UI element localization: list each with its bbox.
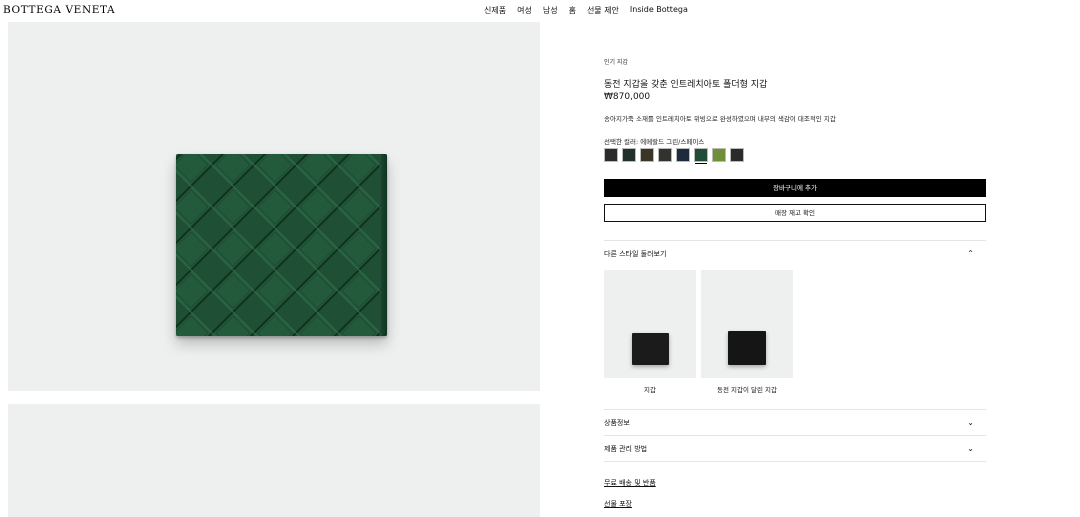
product-details-toggle[interactable]: 상품정보 ⌄ [604, 418, 986, 428]
chevron-up-icon: ⌃ [967, 249, 974, 258]
care-instructions-toggle[interactable]: 제품 관리 방법 ⌄ [604, 444, 986, 454]
style-card-image [701, 270, 793, 378]
nav-women[interactable]: 여성 [517, 5, 532, 16]
product-image-main[interactable] [8, 22, 540, 391]
color-swatch[interactable] [694, 148, 708, 164]
nav-men[interactable]: 남성 [543, 5, 558, 16]
style-card-coin-wallet[interactable]: 동전 지갑이 달린 지갑 [701, 270, 793, 394]
wallet-edge [381, 154, 387, 336]
selected-color-label: 선택한 컬러: 에메랄드 그린/스페이스 [604, 138, 705, 146]
color-swatch[interactable] [676, 148, 690, 162]
color-swatch[interactable] [604, 148, 618, 162]
other-styles-toggle[interactable]: 다른 스타일 둘러보기 ⌃ [604, 249, 986, 259]
style-card-label: 지갑 [644, 386, 656, 394]
color-swatch[interactable] [640, 148, 654, 162]
product-description: 송아지가죽 소재를 인트레치아토 위빙으로 완성하였으며 내부의 색감이 대조적… [604, 115, 836, 123]
style-card-image [604, 270, 696, 378]
free-shipping-link[interactable]: 무료 배송 및 반품 [604, 478, 656, 488]
gift-wrap-link[interactable]: 선물 포장 [604, 499, 632, 509]
chevron-down-icon: ⌄ [967, 418, 974, 427]
wallet-image [176, 154, 387, 336]
color-swatch[interactable] [712, 148, 726, 162]
divider [604, 435, 986, 436]
brand-logo[interactable]: BOTTEGA VENETA [3, 4, 115, 16]
product-details-label: 상품정보 [604, 419, 630, 427]
color-swatch[interactable] [622, 148, 636, 162]
breadcrumb[interactable]: 인기 지갑 [604, 57, 628, 66]
nav-inside-bottega[interactable]: Inside Bottega [630, 5, 688, 16]
wallet-thumbnail [728, 331, 766, 365]
product-price: ₩870,000 [604, 92, 651, 102]
other-styles-list: 지갑 동전 지갑이 달린 지갑 [604, 270, 793, 394]
divider [604, 409, 986, 410]
divider [604, 240, 986, 241]
color-swatch[interactable] [730, 148, 744, 162]
other-styles-heading: 다른 스타일 둘러보기 [604, 250, 667, 258]
color-swatches [604, 148, 744, 164]
style-card-label: 동전 지갑이 달린 지갑 [716, 386, 778, 394]
main-nav: 신제품 여성 남성 홈 선물 제안 Inside Bottega [484, 5, 688, 16]
nav-gifts[interactable]: 선물 제안 [587, 5, 619, 16]
nav-new[interactable]: 신제품 [484, 5, 506, 16]
site-header: BOTTEGA VENETA 신제품 여성 남성 홈 선물 제안 Inside … [0, 0, 1080, 20]
check-store-stock-button[interactable]: 매장 재고 확인 [604, 204, 986, 222]
wallet-thumbnail [632, 333, 669, 365]
divider [604, 461, 986, 462]
style-card-wallet[interactable]: 지갑 [604, 270, 696, 394]
care-instructions-label: 제품 관리 방법 [604, 445, 648, 453]
color-swatch[interactable] [658, 148, 672, 162]
nav-home[interactable]: 홈 [569, 5, 576, 16]
product-image-secondary[interactable] [8, 404, 540, 517]
chevron-down-icon: ⌄ [967, 444, 974, 453]
intrecciato-weave-pattern [176, 154, 387, 336]
add-to-cart-button[interactable]: 장바구니에 추가 [604, 179, 986, 197]
product-title: 동전 지갑을 갖춘 인트레치아토 폴더형 지갑 [604, 80, 768, 90]
